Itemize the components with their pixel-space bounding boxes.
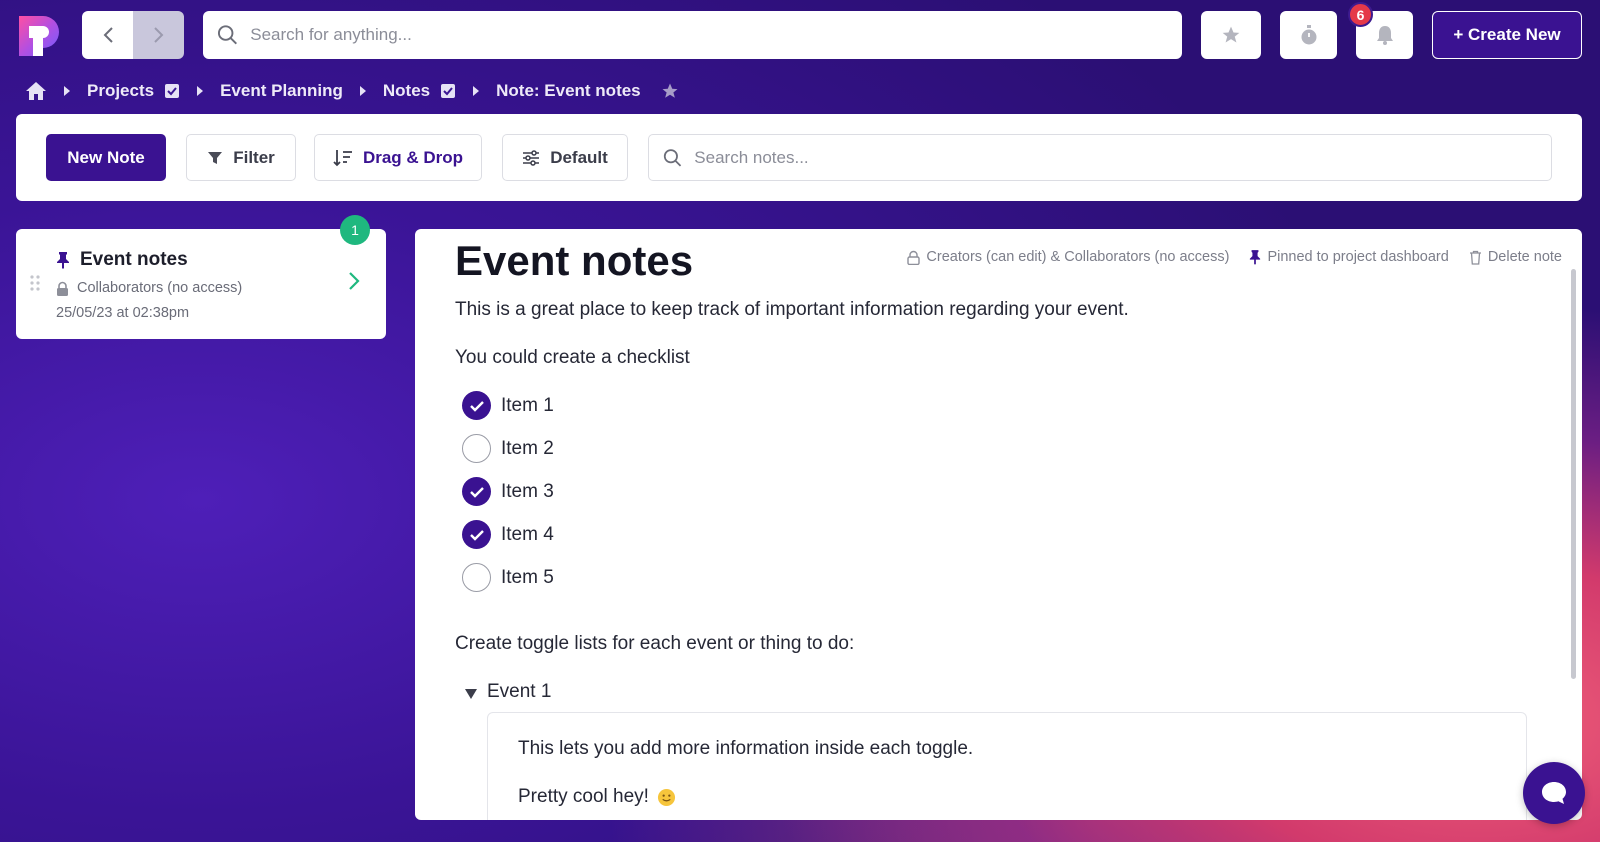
notes-toolbar: New Note Filter Drag & Drop Default — [16, 114, 1582, 201]
checklist-item[interactable]: Item 5 — [462, 563, 554, 592]
stopwatch-icon — [1301, 25, 1316, 45]
breadcrumb-current-note: Note: Event notes — [496, 81, 641, 101]
checkbox-unchecked-icon[interactable] — [462, 563, 491, 592]
filter-button[interactable]: Filter — [186, 134, 296, 181]
toggle-label: Event 1 — [487, 681, 552, 702]
checklist-heading: You could create a checklist — [455, 347, 690, 368]
note-scrollbar[interactable] — [1571, 269, 1576, 679]
smile-emoji-icon — [657, 788, 676, 807]
filter-icon — [207, 150, 223, 166]
note-meta-bar: Creators (can edit) & Collaborators (no … — [887, 249, 1562, 265]
breadcrumb-label: Projects — [87, 81, 155, 100]
access-text: Collaborators (no access) — [77, 280, 243, 296]
caret-down-icon[interactable] — [465, 689, 477, 699]
global-search[interactable] — [203, 11, 1182, 59]
favorite-star-icon[interactable] — [661, 82, 679, 100]
note-list-item-access: Collaborators (no access) — [56, 280, 242, 296]
back-button[interactable] — [82, 11, 133, 59]
note-intro: This is a great place to keep track of i… — [455, 299, 1129, 320]
checklist-item-label: Item 2 — [501, 437, 554, 459]
toggle-heading: Create toggle lists for each event or th… — [455, 633, 855, 654]
breadcrumb-separator-icon — [196, 85, 204, 97]
breadcrumb-label: Event Planning — [220, 81, 343, 100]
breadcrumb-separator-icon — [472, 85, 480, 97]
checklist-item[interactable]: Item 1 — [462, 391, 554, 420]
toggle-content-line: Pretty cool hey! — [518, 786, 676, 808]
breadcrumb-notes[interactable]: Notes — [383, 81, 456, 101]
forward-button[interactable] — [133, 11, 184, 59]
delete-note-button[interactable]: Delete note — [1469, 249, 1562, 265]
note-list-item-title: Event notes — [56, 249, 188, 271]
checklist-item[interactable]: Item 2 — [462, 434, 554, 463]
breadcrumb-label: Note: Event notes — [496, 81, 641, 100]
toggle-event-1[interactable]: Event 1 — [465, 681, 551, 703]
note-title-text: Event notes — [80, 249, 188, 270]
checkbox-checked-icon[interactable] — [462, 477, 491, 506]
toggle-content-line: This lets you add more information insid… — [518, 738, 974, 759]
lock-open-icon — [907, 250, 921, 265]
default-view-button[interactable]: Default — [502, 134, 628, 181]
sort-icon — [333, 149, 353, 167]
breadcrumb-event-planning[interactable]: Event Planning — [220, 81, 343, 101]
dropdown-check-icon[interactable] — [440, 83, 456, 99]
toggle-content-text: Pretty cool hey! — [518, 786, 649, 807]
filter-label: Filter — [233, 147, 275, 167]
history-nav — [82, 11, 184, 59]
note-list-item-date: 25/05/23 at 02:38pm — [56, 305, 190, 321]
sliders-icon — [522, 149, 540, 166]
dropdown-check-icon[interactable] — [164, 83, 180, 99]
chevron-right-icon[interactable] — [348, 271, 360, 296]
checklist-item-label: Item 5 — [501, 566, 554, 588]
permissions-text: Creators (can edit) & Collaborators (no … — [926, 249, 1230, 265]
bell-icon — [1376, 26, 1393, 45]
star-icon — [1222, 26, 1240, 43]
drag-drop-label: Drag & Drop — [362, 147, 464, 167]
breadcrumb: Projects Event Planning Notes Note: Even… — [25, 76, 679, 106]
checklist-item-label: Item 1 — [501, 394, 554, 416]
breadcrumb-separator-icon — [63, 85, 71, 97]
checkbox-unchecked-icon[interactable] — [462, 434, 491, 463]
favorites-button[interactable] — [1201, 11, 1261, 59]
create-new-button[interactable]: + Create New — [1432, 11, 1582, 59]
chevron-right-icon — [153, 27, 163, 43]
note-count-badge: 1 — [340, 215, 370, 245]
chat-support-button[interactable] — [1523, 762, 1585, 824]
delete-text: Delete note — [1487, 249, 1562, 265]
notes-search-input[interactable] — [694, 147, 1551, 168]
home-icon[interactable] — [25, 81, 47, 101]
breadcrumb-projects[interactable]: Projects — [87, 81, 180, 101]
lock-icon — [56, 281, 69, 296]
note-title: Event notes — [455, 237, 694, 284]
breadcrumb-separator-icon — [359, 85, 367, 97]
drag-drop-sort-button[interactable]: Drag & Drop — [314, 134, 482, 181]
note-content-panel: Event notes Creators (can edit) & Collab… — [415, 229, 1582, 820]
checklist-item-label: Item 3 — [501, 480, 554, 502]
chat-bubble-icon — [1542, 782, 1566, 804]
pin-toggle-button[interactable]: Pinned to project dashboard — [1249, 249, 1449, 265]
toggle-content: This lets you add more information insid… — [487, 712, 1527, 820]
app-logo[interactable] — [15, 12, 63, 58]
notification-count-badge: 6 — [1348, 2, 1373, 27]
pin-icon — [56, 251, 70, 269]
pin-icon — [1249, 249, 1261, 265]
checklist-item-label: Item 4 — [501, 523, 554, 545]
checklist-item[interactable]: Item 4 — [462, 520, 554, 549]
checkbox-checked-icon[interactable] — [462, 391, 491, 420]
timer-button[interactable] — [1280, 11, 1337, 59]
default-label: Default — [550, 147, 608, 167]
pinned-text: Pinned to project dashboard — [1267, 249, 1449, 265]
breadcrumb-label: Notes — [382, 81, 431, 100]
search-icon — [663, 148, 682, 167]
trash-icon — [1469, 250, 1482, 265]
notes-search[interactable] — [648, 134, 1552, 181]
global-search-input[interactable] — [250, 25, 1182, 45]
permissions-button[interactable]: Creators (can edit) & Collaborators (no … — [907, 249, 1229, 265]
search-icon — [217, 25, 237, 45]
checklist-item[interactable]: Item 3 — [462, 477, 554, 506]
chevron-left-icon — [103, 27, 113, 43]
note-list-item[interactable]: Event notes Collaborators (no access) 25… — [16, 229, 386, 339]
checkbox-checked-icon[interactable] — [462, 520, 491, 549]
drag-handle-icon[interactable] — [30, 275, 40, 296]
new-note-button[interactable]: New Note — [46, 134, 166, 181]
